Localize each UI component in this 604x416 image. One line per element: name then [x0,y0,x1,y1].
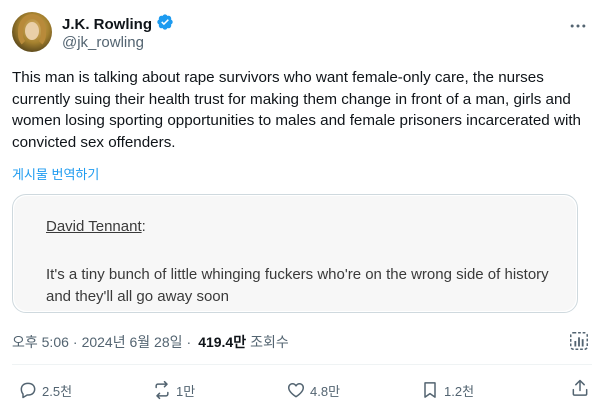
like-count: 4.8만 [310,383,341,399]
view-count-label: 조회수 [250,334,289,350]
quote-text: It's a tiny bunch of little whinging fuc… [46,266,549,305]
bookmark-button[interactable]: 1.2천 [420,378,474,402]
bookmark-icon [420,380,440,400]
like-icon [286,380,306,400]
share-icon [570,379,590,402]
repost-button[interactable]: 1만 [152,378,195,402]
translate-post-link[interactable]: 게시물 번역하기 [12,164,99,183]
avatar[interactable] [12,12,52,52]
reply-button[interactable]: 2.5천 [18,378,72,402]
reply-icon [18,380,38,400]
post-header: J.K. Rowling @jk_rowling [12,10,592,54]
bookmark-count: 1.2천 [444,383,475,399]
post-time[interactable]: 오후 5:06 [12,332,69,352]
attached-image-card[interactable]: David Tennant: It's a tiny bunch of litt… [12,194,578,313]
quote-speaker-name: David Tennant [46,218,142,235]
like-button[interactable]: 4.8만 [286,378,340,402]
post-meta: 오후 5:06 · 2024년 6월 28일 · 419.4만 조회수 [12,332,289,352]
view-count: 419.4만 [198,334,247,350]
verified-badge-icon[interactable] [156,13,174,36]
reply-count: 2.5천 [42,383,73,399]
more-icon[interactable] [566,16,590,36]
action-bar: 2.5천 1만 4.8만 1.2천 [0,378,604,402]
analytics-icon[interactable] [568,330,590,352]
repost-count: 1만 [176,383,196,399]
author-name-row[interactable]: J.K. Rowling [62,13,174,36]
share-button[interactable] [570,378,590,403]
author-handle[interactable]: @jk_rowling [62,34,144,51]
author-name[interactable]: J.K. Rowling [62,16,152,33]
repost-icon [152,380,172,400]
post-text: This man is talking about rape survivors… [12,69,581,151]
quote-image[interactable]: David Tennant: It's a tiny bunch of litt… [14,196,576,311]
divider [12,364,592,365]
meta-separator: · [186,334,192,350]
quote-speaker-colon: : [141,218,146,235]
meta-separator: · [72,334,78,350]
quote-speaker: David Tennant: [46,218,146,235]
post-date[interactable]: 2024년 6월 28일 [82,332,183,352]
